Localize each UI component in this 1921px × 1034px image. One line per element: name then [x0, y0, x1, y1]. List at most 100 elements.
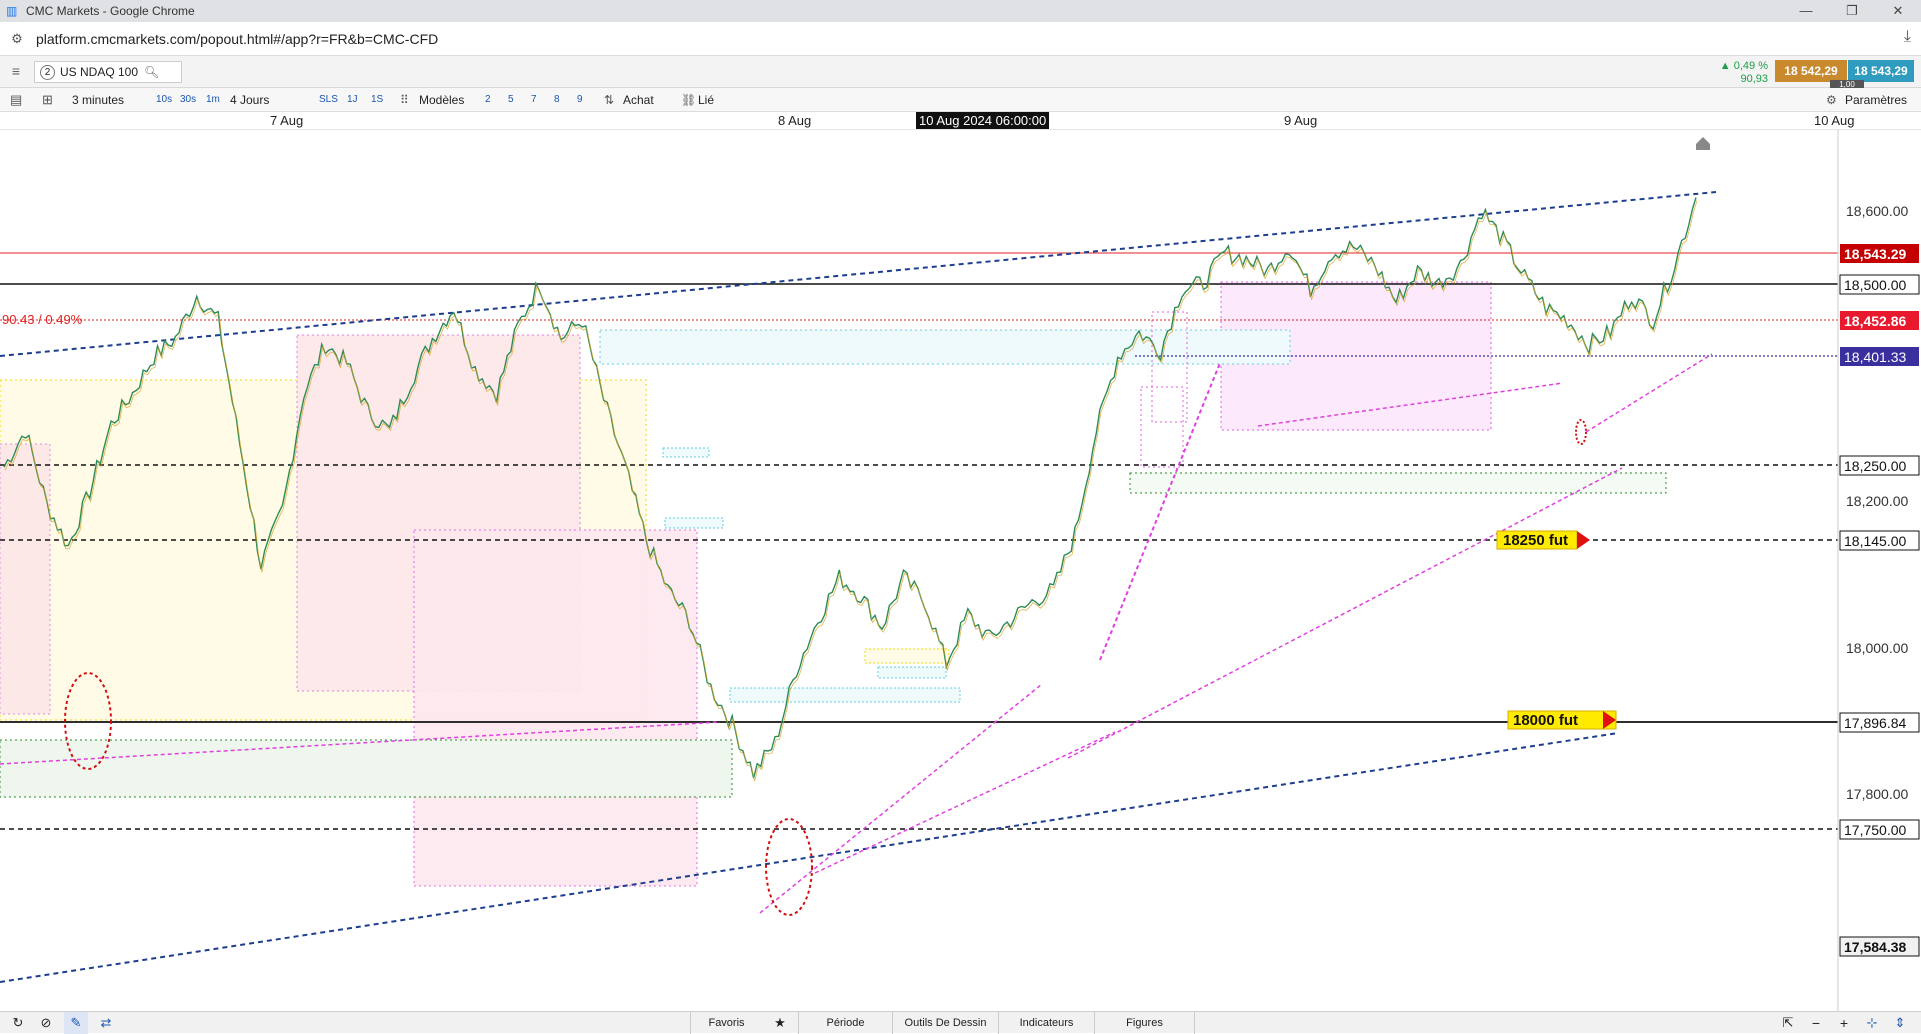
linked-toggle[interactable]: Lié	[698, 88, 714, 112]
address-bar: ⚙ platform.cmcmarkets.com/popout.html#/a…	[0, 22, 1921, 56]
change-absolute: 90,93	[1740, 73, 1768, 85]
layout-8[interactable]: 8	[554, 88, 560, 112]
close-icon[interactable]: ✕	[1875, 0, 1921, 22]
cyan-box-2	[664, 517, 724, 529]
green-zone-left	[0, 739, 733, 798]
drawing-tools-button[interactable]: Outils De Dessin	[892, 1012, 998, 1034]
cmc-logo-icon: ▥	[6, 4, 18, 18]
layout-2[interactable]: 2	[485, 88, 491, 112]
search-icon[interactable]: 🔍︎	[144, 65, 159, 79]
magenta-trend-5	[1099, 362, 1221, 661]
layout-9[interactable]: 9	[577, 88, 583, 112]
period-select[interactable]: 4 Jours	[230, 88, 269, 112]
price-tag-7: 17,750.00	[1844, 822, 1906, 838]
y-tick-18200: 18,200.00	[1846, 493, 1908, 509]
red-zone-left	[0, 443, 51, 715]
price-tag-8: 17,584.38	[1844, 939, 1906, 955]
restore-icon[interactable]: ❐	[1829, 0, 1875, 22]
price-axis: 18,600.00 18,200.00 18,000.00 17,800.00 …	[1839, 203, 1920, 957]
layout-7[interactable]: 7	[531, 88, 537, 112]
date-label-10aug: 10 Aug	[1814, 113, 1855, 128]
download-icon[interactable]: ⤓	[1904, 28, 1911, 46]
layout-5[interactable]: 5	[508, 88, 514, 112]
period-1s[interactable]: 1S	[371, 88, 383, 112]
minimize-icon[interactable]: —	[1783, 0, 1829, 22]
link-icon[interactable]: ⛓	[681, 88, 696, 112]
window-title: CMC Markets - Google Chrome	[26, 4, 195, 18]
pencil-icon[interactable]: ✎	[64, 1012, 88, 1034]
annotation-18250-fut[interactable]: 18250 fut	[1496, 530, 1590, 550]
cyan-box-1	[662, 447, 710, 458]
hamburger-menu-icon[interactable]: ≡	[4, 63, 28, 81]
y-tick-17800: 17,800.00	[1846, 786, 1908, 802]
chart-toolbar: ▤ ⊞ 3 minutes 10s 30s 1m 4 Jours SLS 1J …	[0, 88, 1921, 112]
magenta-trend-7	[1585, 353, 1713, 433]
y-tick-18000: 18,000.00	[1846, 640, 1908, 656]
period-sls[interactable]: SLS	[319, 88, 338, 112]
favorites-button[interactable]: Favoris	[690, 1012, 762, 1034]
price-change: ▲ 0,49 % 90,93	[1708, 60, 1768, 86]
cyan-box-4	[877, 666, 947, 679]
star-icon[interactable]: ★	[762, 1012, 798, 1034]
date-label-9aug: 9 Aug	[1284, 113, 1318, 128]
buy-button[interactable]: 18 543,29	[1848, 60, 1914, 82]
pink-zone-5	[1140, 386, 1184, 468]
indicators-button[interactable]: Indicateurs	[998, 1012, 1094, 1034]
vertical-scale-icon[interactable]: ⇕	[1890, 1012, 1910, 1034]
move-icon[interactable]: ⇄	[96, 1012, 116, 1034]
cursor-date-label: 10 Aug 2024 06:00:00	[916, 112, 1050, 129]
period-1j[interactable]: 1J	[347, 88, 358, 112]
bottom-toolbar: ↻ ⊘ ✎ ⇄ Favoris ★ Période Outils De Dess…	[0, 1011, 1921, 1034]
timeframe-select[interactable]: 3 minutes	[72, 88, 124, 112]
price-tag-1: 18,500.00	[1844, 277, 1906, 293]
date-label-8aug: 8 Aug	[778, 113, 812, 128]
grid-view-icon[interactable]: ⊞	[42, 88, 53, 112]
instrument-toolbar: ≡ 2 US NDAQ 100 🔍︎ ▲ 0,49 % 90,93 18 542…	[0, 56, 1921, 90]
price-tag-4: 18,250.00	[1844, 458, 1906, 474]
interval-10s[interactable]: 10s	[156, 88, 172, 112]
list-view-icon[interactable]: ▤	[10, 88, 22, 112]
annotation-18000-fut[interactable]: 18000 fut	[1507, 710, 1617, 730]
instrument-selector[interactable]: 2 US NDAQ 100 🔍︎	[34, 61, 182, 83]
price-chart[interactable]: 18250 fut 18000 fut 90.43 / 0.49% 18,600…	[0, 130, 1921, 1011]
price-tag-2: 18,452.86	[1844, 313, 1906, 329]
red-ellipse-3	[1575, 419, 1587, 445]
green-zone-right	[1129, 472, 1667, 494]
models-button[interactable]: Modèles	[419, 88, 464, 112]
interval-1m[interactable]: 1m	[206, 88, 220, 112]
site-settings-icon[interactable]: ⚙	[4, 26, 30, 52]
refresh-icon[interactable]: ↻	[8, 1012, 28, 1034]
y-tick-18600: 18,600.00	[1846, 203, 1908, 219]
annotation-18000-text: 18000 fut	[1513, 712, 1578, 729]
zoom-out-icon[interactable]: −	[1806, 1012, 1826, 1034]
interval-30s[interactable]: 30s	[180, 88, 196, 112]
fit-icon[interactable]: ⇱	[1778, 1012, 1798, 1034]
annotation-18250-text: 18250 fut	[1503, 532, 1568, 549]
period-button[interactable]: Période	[798, 1012, 892, 1034]
date-axis: 7 Aug 8 Aug 10 Aug 2024 06:00:00 9 Aug 1…	[0, 112, 1921, 130]
block-icon[interactable]: ⊘	[36, 1012, 56, 1034]
annotation-18250-arrow	[1577, 531, 1590, 549]
price-tag-3: 18,401.33	[1844, 349, 1906, 365]
sell-button[interactable]: 18 542,29	[1775, 60, 1847, 82]
yellow-box	[864, 648, 950, 664]
buy-toggle[interactable]: Achat	[623, 88, 654, 112]
browser-title-bar: ▥ CMC Markets - Google Chrome — ❐ ✕	[0, 0, 1921, 22]
gear-icon[interactable]: ⚙	[1826, 88, 1837, 112]
home-marker-icon[interactable]	[1696, 137, 1710, 150]
instrument-name: US NDAQ 100	[60, 65, 139, 79]
magenta-trend-2	[759, 683, 1043, 914]
price-tag-5: 18,145.00	[1844, 533, 1906, 549]
settings-button[interactable]: Paramètres	[1845, 88, 1907, 112]
price-tag-0: 18,543.29	[1844, 246, 1906, 262]
pink-zone-4	[1151, 311, 1188, 423]
price-tag-6: 17,896.84	[1844, 715, 1906, 731]
crosshair-icon[interactable]: ⊹	[1862, 1012, 1882, 1034]
cyan-box-3	[729, 687, 961, 703]
date-label-7aug: 7 Aug	[270, 113, 304, 128]
models-icon[interactable]: ⠿	[400, 88, 409, 112]
zoom-in-icon[interactable]: +	[1834, 1012, 1854, 1034]
figures-button[interactable]: Figures	[1094, 1012, 1194, 1034]
url-text[interactable]: platform.cmcmarkets.com/popout.html#/app…	[36, 31, 438, 47]
buy-icon[interactable]: ⇅	[604, 88, 614, 112]
